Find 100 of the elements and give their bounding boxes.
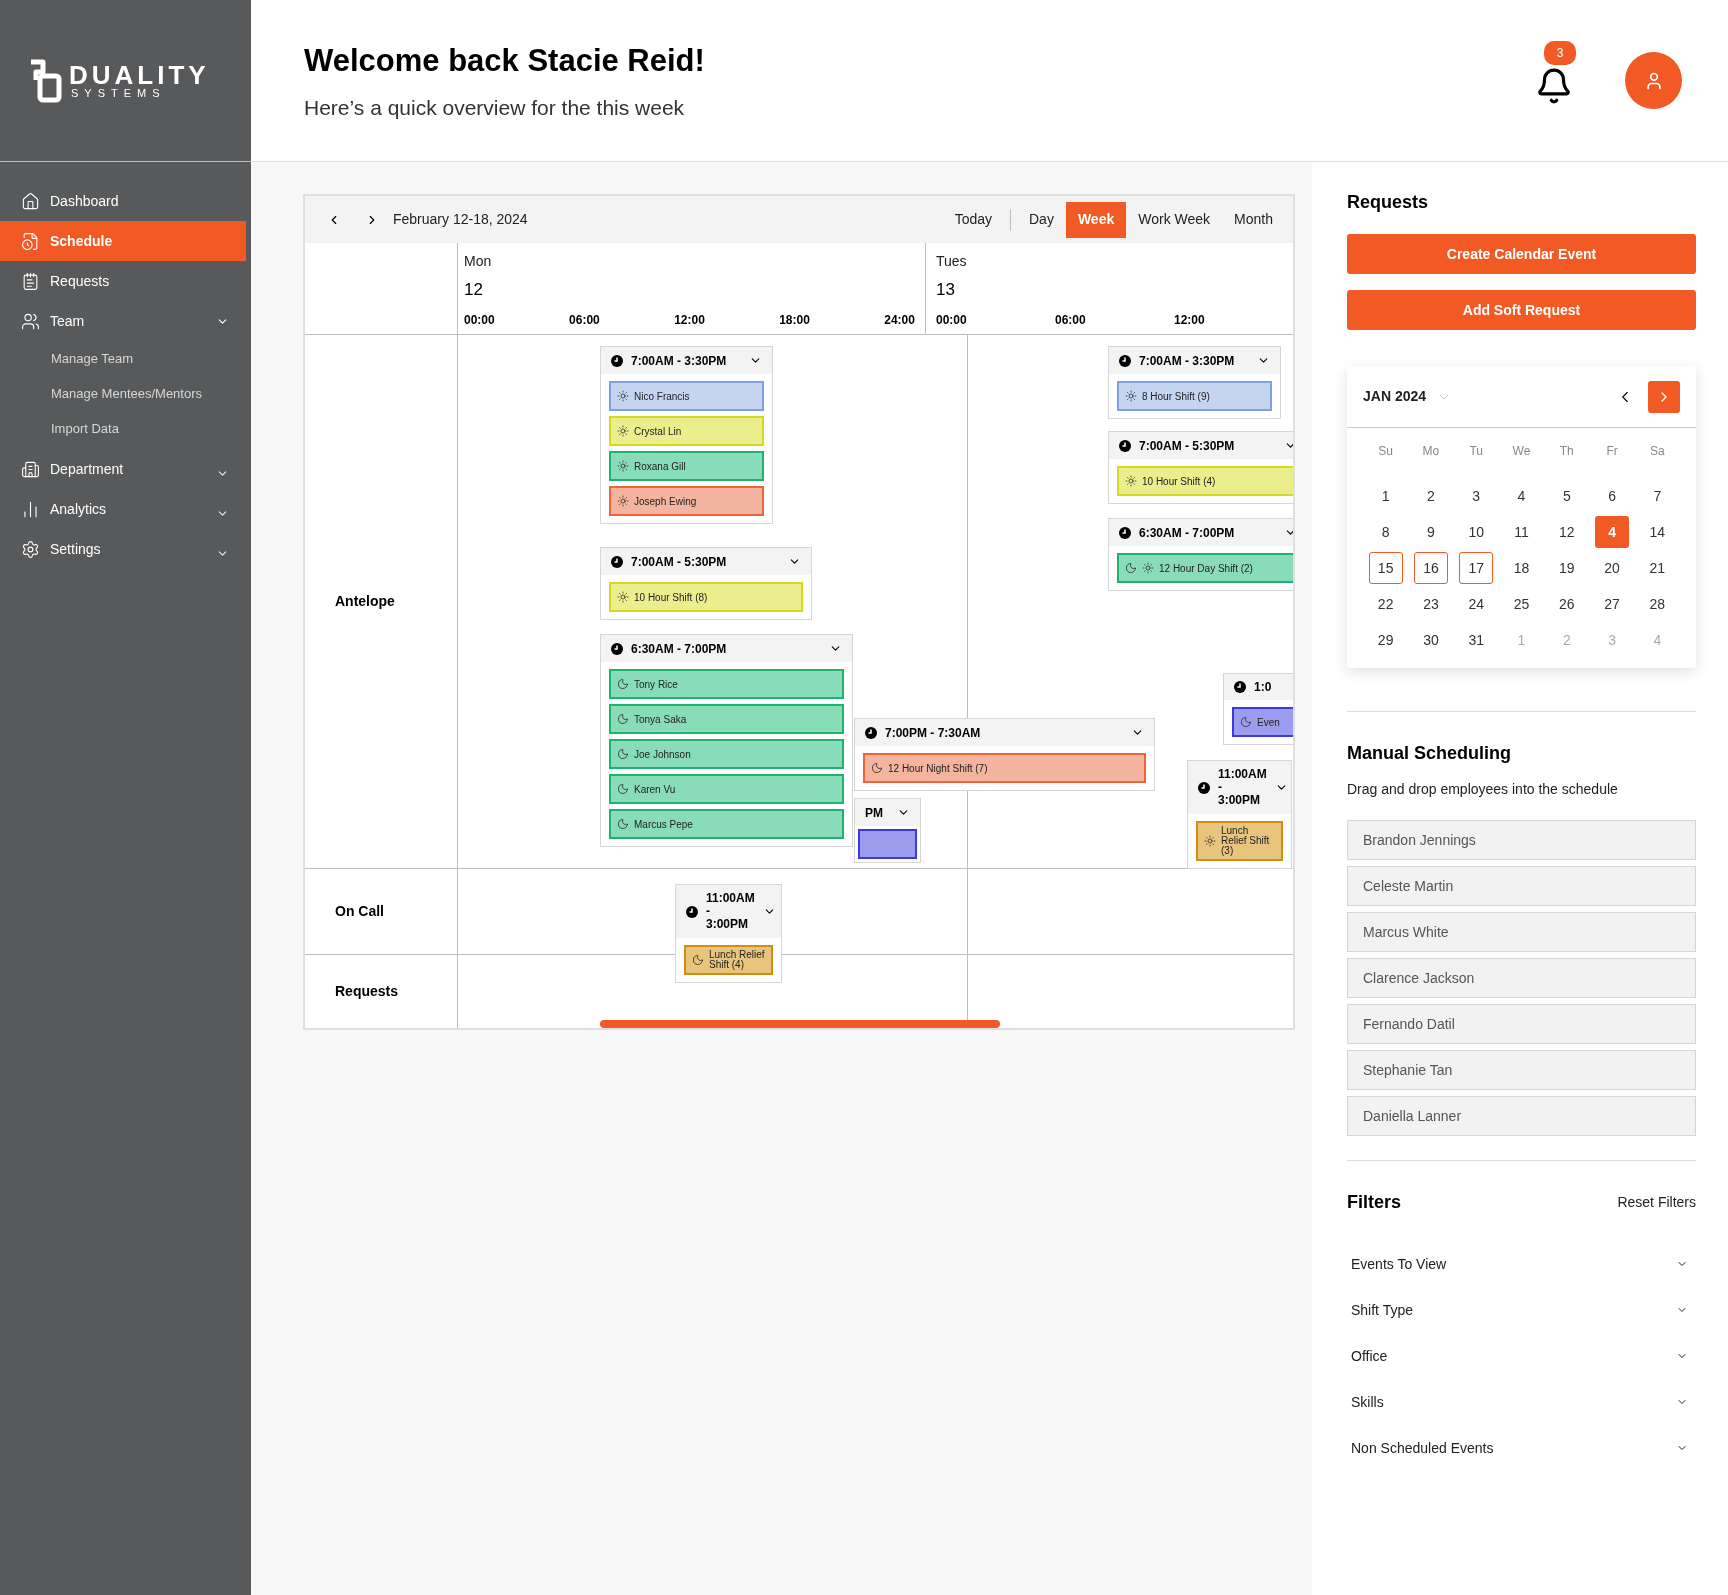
shift-card-header[interactable]: PM xyxy=(855,799,920,826)
shift-card-header[interactable]: 7:00PM - 7:30AM xyxy=(855,719,1154,746)
shift-card-header[interactable]: 6:30AM - 7:00PM xyxy=(1109,519,1293,546)
filter-dropdown[interactable]: Shift Type xyxy=(1347,1287,1696,1333)
calendar-day[interactable]: 18 xyxy=(1504,552,1539,584)
sidebar-item[interactable]: Requests xyxy=(0,261,251,301)
calendar-day[interactable]: 24 xyxy=(1459,588,1494,620)
shift-card[interactable]: 6:30AM - 7:00PM 12 Hour Day Shift (2) xyxy=(1108,518,1293,591)
calendar-day[interactable]: 21 xyxy=(1640,552,1675,584)
reset-filters-link[interactable]: Reset Filters xyxy=(1617,1192,1696,1213)
employee-chip[interactable]: Celeste Martin xyxy=(1347,866,1696,906)
shift-item[interactable]: 8 Hour Shift (9) xyxy=(1117,381,1272,411)
notifications-icon[interactable] xyxy=(1535,66,1573,105)
shift-card[interactable]: 7:00AM - 5:30PM 10 Hour Shift (8) xyxy=(600,547,812,620)
filter-dropdown[interactable]: Non Scheduled Events xyxy=(1347,1425,1696,1471)
shift-card[interactable]: 1:0 Even xyxy=(1223,673,1293,745)
filter-dropdown[interactable]: Skills xyxy=(1347,1379,1696,1425)
view-tab[interactable]: Today xyxy=(942,201,1004,238)
view-tab[interactable]: Month xyxy=(1222,201,1285,238)
employee-chip[interactable]: Daniella Lanner xyxy=(1347,1096,1696,1136)
shift-card[interactable]: 7:00AM - 5:30PM 10 Hour Shift (4) xyxy=(1108,431,1293,504)
calendar-day[interactable]: 27 xyxy=(1595,588,1630,620)
horizontal-scrollbar[interactable] xyxy=(600,1020,1000,1028)
shift-card[interactable]: 6:30AM - 7:00PM Tony Rice Tonya Saka Joe Johnson Karen Vu Marcus Pepe xyxy=(600,634,853,847)
shift-item[interactable]: Lunch Relief Shift (3) xyxy=(1196,821,1283,861)
sidebar-subitem[interactable]: Manage Team xyxy=(0,341,251,376)
empty-shift-slot[interactable] xyxy=(858,829,917,859)
shift-card-header[interactable]: 11:00AM - 3:00PM xyxy=(676,885,781,938)
calendar-day[interactable]: 22 xyxy=(1368,588,1403,620)
calendar-day[interactable]: 28 xyxy=(1640,588,1675,620)
calendar-day[interactable]: 29 xyxy=(1368,624,1403,656)
shift-item[interactable]: 10 Hour Shift (8) xyxy=(609,582,803,612)
shift-card-header[interactable]: 1:0 xyxy=(1224,674,1293,700)
shift-card-header[interactable]: 7:00AM - 3:30PM xyxy=(1109,347,1280,374)
shift-item[interactable]: Nico Francis xyxy=(609,381,764,411)
view-tab[interactable]: Work Week xyxy=(1126,201,1223,238)
shift-card[interactable]: 7:00AM - 3:30PM Nico Francis Crystal Lin Roxana Gill Joseph Ewing xyxy=(600,346,773,524)
shift-item[interactable]: 10 Hour Shift (4) xyxy=(1117,466,1293,496)
calendar-day[interactable]: 1 xyxy=(1368,480,1403,512)
sidebar-item[interactable]: Team xyxy=(0,301,251,341)
calendar-day[interactable]: 8 xyxy=(1368,516,1403,548)
shift-card-header[interactable]: 11:00AM - 3:00PM xyxy=(1188,761,1291,814)
calendar-day[interactable]: 2 xyxy=(1413,480,1448,512)
employee-chip[interactable]: Marcus White xyxy=(1347,912,1696,952)
calendar-day[interactable]: 4 xyxy=(1504,480,1539,512)
shift-item[interactable]: 12 Hour Day Shift (2) xyxy=(1117,553,1293,583)
filter-dropdown[interactable]: Office xyxy=(1347,1333,1696,1379)
calendar-day[interactable]: 25 xyxy=(1504,588,1539,620)
shift-item[interactable]: Tony Rice xyxy=(609,669,844,699)
calendar-day[interactable]: 15 xyxy=(1368,552,1403,584)
calendar-day[interactable]: 11 xyxy=(1504,516,1539,548)
sidebar-subitem[interactable]: Manage Mentees/Mentors xyxy=(0,376,251,411)
shift-card-header[interactable]: 7:00AM - 3:30PM xyxy=(601,347,772,374)
sidebar-item[interactable]: Department xyxy=(0,449,251,489)
month-label[interactable]: JAN 2024 xyxy=(1363,386,1427,407)
calendar-day[interactable]: 10 xyxy=(1459,516,1494,548)
shift-item[interactable]: Lunch Relief Shift (4) xyxy=(684,945,773,975)
shift-item[interactable]: Tonya Saka xyxy=(609,704,844,734)
profile-avatar[interactable] xyxy=(1625,52,1682,109)
employee-chip[interactable]: Brandon Jennings xyxy=(1347,820,1696,860)
sidebar-item[interactable]: Dashboard xyxy=(0,181,251,221)
calendar-day[interactable]: 19 xyxy=(1549,552,1584,584)
employee-chip[interactable]: Fernando Datil xyxy=(1347,1004,1696,1044)
calendar-day[interactable]: 17 xyxy=(1459,552,1494,584)
shift-item[interactable]: Even xyxy=(1232,707,1293,737)
sidebar-item[interactable]: Settings xyxy=(0,529,251,569)
calendar-day[interactable]: 14 xyxy=(1640,516,1675,548)
shift-card[interactable]: 7:00PM - 7:30AM 12 Hour Night Shift (7) xyxy=(854,718,1155,791)
employee-chip[interactable]: Stephanie Tan xyxy=(1347,1050,1696,1090)
calendar-day[interactable]: 23 xyxy=(1413,588,1448,620)
calendar-day[interactable]: 6 xyxy=(1595,480,1630,512)
calendar-day[interactable]: 31 xyxy=(1459,624,1494,656)
shift-card-header[interactable]: 7:00AM - 5:30PM xyxy=(1109,432,1293,459)
shift-item[interactable]: Crystal Lin xyxy=(609,416,764,446)
calendar-day[interactable]: 26 xyxy=(1549,588,1584,620)
view-tab[interactable]: Day xyxy=(1017,201,1066,238)
shift-item[interactable]: Joe Johnson xyxy=(609,739,844,769)
calendar-day[interactable]: 20 xyxy=(1595,552,1630,584)
shift-card-header[interactable]: 7:00AM - 5:30PM xyxy=(601,548,811,575)
calendar-day[interactable]: 12 xyxy=(1549,516,1584,548)
next-month-button[interactable] xyxy=(1648,380,1680,413)
calendar-day[interactable]: 30 xyxy=(1413,624,1448,656)
shift-card[interactable]: 11:00AM - 3:00PM Lunch Relief Shift (3) xyxy=(1187,760,1292,869)
shift-card-header[interactable]: 6:30AM - 7:00PM xyxy=(601,635,852,662)
shift-item[interactable]: Marcus Pepe xyxy=(609,809,844,839)
calendar-day[interactable]: 9 xyxy=(1413,516,1448,548)
calendar-day[interactable]: 7 xyxy=(1640,480,1675,512)
shift-card[interactable]: PM xyxy=(854,798,921,863)
employee-chip[interactable]: Clarence Jackson xyxy=(1347,958,1696,998)
calendar-day[interactable]: 5 xyxy=(1549,480,1584,512)
shift-item[interactable]: Roxana Gill xyxy=(609,451,764,481)
calendar-day[interactable]: 16 xyxy=(1413,552,1448,584)
calendar-day[interactable]: 3 xyxy=(1459,480,1494,512)
filter-dropdown[interactable]: Events To View xyxy=(1347,1241,1696,1287)
shift-card[interactable]: 11:00AM - 3:00PM Lunch Relief Shift (4) xyxy=(675,884,782,983)
shift-card[interactable]: 7:00AM - 3:30PM 8 Hour Shift (9) xyxy=(1108,346,1281,419)
shift-item[interactable]: Karen Vu xyxy=(609,774,844,804)
sidebar-subitem[interactable]: Import Data xyxy=(0,411,251,446)
sidebar-item[interactable]: Analytics xyxy=(0,489,251,529)
shift-item[interactable]: 12 Hour Night Shift (7) xyxy=(863,753,1146,783)
